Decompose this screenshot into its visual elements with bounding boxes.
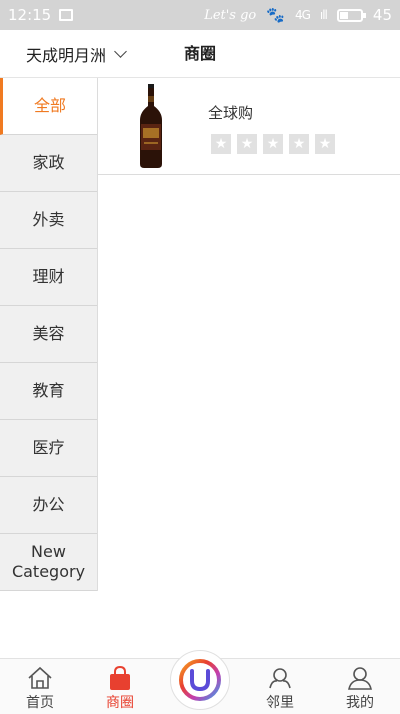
chevron-down-icon (114, 45, 127, 58)
list-item[interactable]: 全球购 ★ ★ ★ ★ ★ (98, 78, 400, 175)
tab-mine[interactable]: 我的 (320, 659, 400, 714)
category-sidebar: 全部 家政 外卖 理财 美容 教育 医疗 办公 New Category (0, 78, 98, 591)
sidebar-item-label: 家政 (32, 153, 65, 172)
image-notification-icon (59, 9, 74, 21)
status-signature: Let's go (204, 7, 257, 23)
sidebar-item-label: 外卖 (32, 210, 65, 229)
tab-label: 首页 (26, 695, 54, 711)
tab-label: 我的 (346, 695, 374, 711)
sidebar-item-all[interactable]: 全部 (0, 78, 97, 135)
header: 商圈 天成明月洲 (0, 30, 400, 78)
tab-neighbors[interactable]: 邻里 (240, 659, 320, 714)
sidebar-item-label: 医疗 (32, 438, 65, 457)
shopping-bag-icon (110, 666, 130, 690)
sidebar-item-medical[interactable]: 医疗 (0, 420, 97, 477)
sidebar-item-label: New Category (11, 542, 86, 581)
center-action-button[interactable] (170, 650, 230, 710)
signal-icon: 4G (294, 8, 311, 22)
neighbors-icon (269, 668, 291, 689)
sidebar-item-label: 全部 (33, 96, 66, 115)
star-icon: ★ (315, 134, 335, 154)
star-icon: ★ (289, 134, 309, 154)
sidebar-item-label: 美容 (32, 324, 65, 343)
tab-label: 邻里 (266, 695, 294, 711)
sidebar-item-takeout[interactable]: 外卖 (0, 192, 97, 249)
item-title: 全球购 (208, 104, 254, 122)
battery-level: 45 (372, 6, 392, 24)
sidebar-item-label: 办公 (32, 495, 65, 514)
star-icon: ★ (211, 134, 231, 154)
paw-icon: 🐾 (266, 6, 285, 24)
u-logo-icon (179, 659, 221, 701)
battery-icon (336, 8, 366, 22)
status-bar: 12:15 Let's go 🐾 4G ıll 45 (0, 0, 400, 30)
tab-business-circle[interactable]: 商圈 (80, 659, 160, 714)
location-label: 天成明月洲 (26, 46, 107, 65)
signal-bars-icon: ıll (319, 8, 328, 22)
status-time: 12:15 (8, 6, 52, 24)
sidebar-item-label: 教育 (32, 381, 65, 400)
sidebar-item-label: 理财 (32, 267, 65, 286)
beer-bottle-image (140, 84, 162, 168)
location-selector[interactable]: 天成明月洲 (26, 30, 127, 78)
star-icon: ★ (263, 134, 283, 154)
sidebar-item-housekeeping[interactable]: 家政 (0, 135, 97, 192)
sidebar-item-finance[interactable]: 理财 (0, 249, 97, 306)
tab-label: 商圈 (106, 695, 134, 711)
sidebar-item-office[interactable]: 办公 (0, 477, 97, 534)
sidebar-item-new-category[interactable]: New Category (0, 534, 97, 591)
star-rating: ★ ★ ★ ★ ★ (211, 134, 335, 154)
profile-icon (348, 667, 372, 690)
sidebar-item-beauty[interactable]: 美容 (0, 306, 97, 363)
sidebar-item-education[interactable]: 教育 (0, 363, 97, 420)
tab-home[interactable]: 首页 (0, 659, 80, 714)
home-icon (28, 666, 52, 689)
star-icon: ★ (237, 134, 257, 154)
